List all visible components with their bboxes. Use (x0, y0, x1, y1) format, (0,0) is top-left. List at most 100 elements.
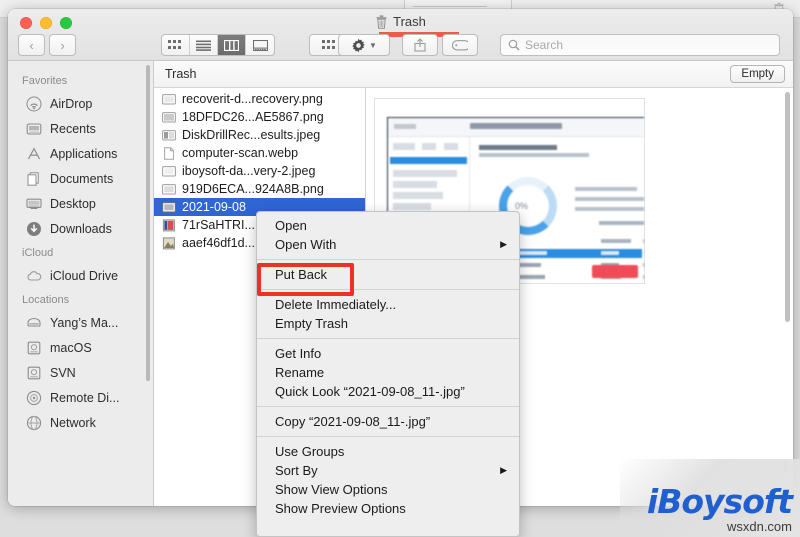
sidebar-item-downloads[interactable]: Downloads (8, 216, 153, 241)
menu-separator (257, 289, 519, 290)
jpeg-file-icon (162, 129, 176, 140)
file-name: DiskDrillRec...esults.jpeg (182, 128, 321, 142)
file-name: recoverit-d...recovery.png (182, 92, 323, 106)
sidebar-item-yangs-mac[interactable]: Yang’s Ma... (8, 310, 153, 335)
png-file-icon (162, 183, 176, 194)
recents-icon (26, 122, 42, 135)
list-view-button[interactable] (190, 35, 218, 55)
harddisk-icon (27, 341, 41, 354)
submenu-arrow-icon: ▶ (500, 239, 507, 249)
image-file-icon (162, 236, 175, 249)
window-title-text: Trash (393, 14, 426, 29)
sidebar-label: Documents (50, 171, 114, 186)
menu-separator (257, 259, 519, 260)
forward-button[interactable]: › (49, 34, 76, 56)
menu-item-get-info[interactable]: Get Info (257, 344, 519, 363)
thumbnail-app-button (592, 265, 638, 278)
file-row[interactable]: iboysoft-da...very-2.jpeg (154, 162, 365, 180)
sidebar-label: Recents (50, 121, 96, 136)
sidebar-item-airdrop[interactable]: AirDrop (8, 91, 153, 116)
gallery-view-button[interactable] (246, 35, 274, 55)
sidebar-item-remote-disc[interactable]: Remote Di... (8, 385, 153, 410)
file-row[interactable]: 919D6ECA...924A8B.png (154, 180, 365, 198)
zoom-button[interactable] (60, 17, 72, 29)
group-icon (322, 39, 336, 49)
share-button[interactable] (402, 34, 438, 56)
menu-item-quick-look[interactable]: Quick Look “2021-09-08_11-.jpg” (257, 382, 519, 401)
menu-item-open-with[interactable]: Open With ▶ (257, 235, 519, 254)
sidebar-label: Yang’s Ma... (50, 315, 119, 330)
file-name: aaef46df1d... (182, 236, 255, 250)
action-menu-button[interactable]: ▼ (338, 34, 390, 56)
sidebar-item-desktop[interactable]: Desktop (8, 191, 153, 216)
icon-view-button[interactable] (162, 35, 190, 55)
menu-item-label: Quick Look “2021-09-08_11-.jpg” (275, 384, 465, 399)
sidebar-label: iCloud Drive (50, 268, 119, 283)
menu-item-delete-immediately[interactable]: Delete Immediately... (257, 295, 519, 314)
sidebar-heading-locations: Locations (22, 294, 70, 306)
tag-icon (452, 39, 468, 50)
menu-item-use-groups[interactable]: Use Groups (257, 442, 519, 461)
menu-item-label: Empty Trash (275, 316, 348, 331)
sidebar-item-svn[interactable]: SVN (8, 360, 153, 385)
menu-item-label: Sort By (275, 463, 318, 478)
sidebar-item-applications[interactable]: Applications (8, 141, 153, 166)
close-button[interactable] (20, 17, 32, 29)
thumbnail-app-tabs (394, 124, 416, 129)
column-header-title: Trash (165, 67, 197, 81)
sidebar-item-icloud-drive[interactable]: iCloud Drive (8, 263, 153, 288)
thumbnail-progress-label: 0% (515, 201, 529, 211)
menu-item-label: Rename (275, 365, 325, 380)
search-field[interactable]: Search (500, 34, 780, 56)
column-view-button[interactable] (218, 35, 246, 55)
sidebar-item-recents[interactable]: Recents (8, 116, 153, 141)
sidebar-label: Network (50, 415, 96, 430)
file-row[interactable]: recoverit-d...recovery.png (154, 90, 365, 108)
airdrop-icon (26, 96, 42, 111)
sidebar-label: Desktop (50, 196, 96, 211)
sidebar-label: AirDrop (50, 96, 93, 111)
screenshot-root: Trash ‹ › ▼ Search Favorites AirDrop Rec… (0, 0, 800, 537)
gear-icon (352, 38, 365, 52)
menu-item-put-back[interactable]: Put Back (257, 265, 519, 284)
sidebar-scrollbar[interactable] (146, 65, 150, 381)
sidebar-heading-icloud: iCloud (22, 247, 54, 259)
sidebar-heading-favorites: Favorites (22, 75, 68, 87)
file-row[interactable]: computer-scan.webp (154, 144, 365, 162)
tag-button[interactable] (442, 34, 478, 56)
sidebar-label: Remote Di... (50, 390, 120, 405)
menu-item-show-view-options[interactable]: Show View Options (257, 480, 519, 499)
network-icon (26, 415, 42, 430)
sidebar-label: macOS (50, 340, 92, 355)
applications-icon (27, 146, 41, 159)
sidebar-label: SVN (50, 365, 76, 380)
file-row[interactable]: 18DFDC26...AE5867.png (154, 108, 365, 126)
menu-item-label: Copy “2021-09-08_11-.jpg” (275, 414, 431, 429)
menu-item-empty-trash[interactable]: Empty Trash (257, 314, 519, 333)
view-mode-segmented-control (161, 34, 275, 56)
sidebar-item-documents[interactable]: Documents (8, 166, 153, 191)
window-title: Trash (8, 14, 793, 29)
menu-item-rename[interactable]: Rename (257, 363, 519, 382)
sidebar-item-macos[interactable]: macOS (8, 335, 153, 360)
menu-item-sort-by[interactable]: Sort By ▶ (257, 461, 519, 480)
minimize-button[interactable] (40, 17, 52, 29)
downloads-icon (27, 221, 41, 236)
menu-item-show-preview-options[interactable]: Show Preview Options (257, 499, 519, 518)
menu-item-copy[interactable]: Copy “2021-09-08_11-.jpg” (257, 412, 519, 431)
menu-item-label: Put Back (275, 267, 328, 282)
empty-trash-button[interactable]: Empty (730, 65, 785, 83)
file-name: 71rSaHTRI... (182, 218, 255, 232)
trash-icon (376, 14, 387, 29)
sidebar-item-network[interactable]: Network (8, 410, 153, 435)
chevron-down-icon-gear: ▼ (369, 40, 377, 50)
sidebar-label: Applications (50, 146, 118, 161)
sidebar-label: Downloads (50, 221, 112, 236)
menu-item-label: Delete Immediately... (275, 297, 397, 312)
preview-scrollbar[interactable] (785, 92, 790, 322)
file-row[interactable]: DiskDrillRec...esults.jpeg (154, 126, 365, 144)
menu-item-open[interactable]: Open (257, 216, 519, 235)
thumbnail-app-title (470, 123, 562, 129)
watermark: iBoysoft wsxdn.com (620, 459, 800, 537)
back-button[interactable]: ‹ (18, 34, 45, 56)
